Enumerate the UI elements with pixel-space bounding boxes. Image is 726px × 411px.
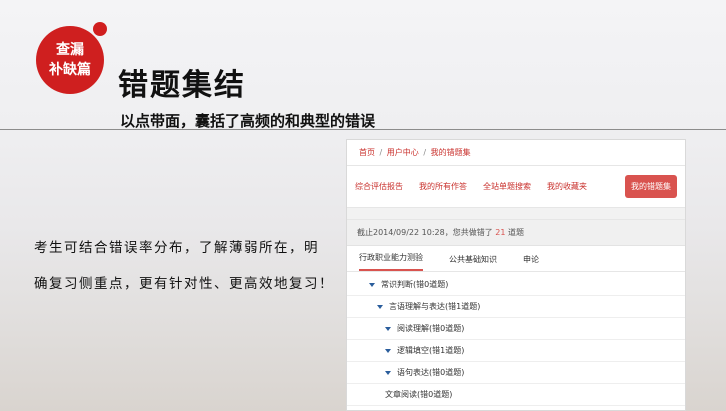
tree-item-fill-blank[interactable]: 逻辑填空(错1道题) bbox=[347, 340, 685, 362]
tab-all-answers[interactable]: 我的所有作答 bbox=[419, 181, 467, 192]
page-subtitle: 以点带面，囊括了高频的和典型的错误 bbox=[120, 112, 376, 130]
breadcrumb-separator: / bbox=[423, 148, 427, 157]
error-summary: 截止2014/09/22 10:28，您共做错了 21 道题 bbox=[347, 220, 685, 246]
feature-description: 考生可结合错误率分布，了解薄弱所在，明 确复习侧重点，更有针对性、更高效地复习！ bbox=[34, 230, 334, 302]
tree-item-common-sense[interactable]: 常识判断(错0道题) bbox=[347, 274, 685, 296]
section-badge: 查漏 补缺篇 bbox=[36, 26, 104, 94]
tab-assessment-report[interactable]: 综合评估报告 bbox=[355, 181, 403, 192]
chevron-down-icon[interactable] bbox=[385, 326, 391, 331]
tree-item-label: 文章阅读(错0道题) bbox=[385, 390, 453, 399]
summary-suffix: 道题 bbox=[508, 228, 524, 237]
tree-item-reading[interactable]: 阅读理解(错0道题) bbox=[347, 318, 685, 340]
subtab-administrative-aptitude[interactable]: 行政职业能力测验 bbox=[359, 252, 423, 271]
badge-decoration-dot bbox=[93, 22, 107, 36]
tree-item-label: 言语理解与表达(错1道题) bbox=[389, 302, 481, 311]
subtab-public-knowledge[interactable]: 公共基础知识 bbox=[449, 254, 497, 271]
chevron-down-icon[interactable] bbox=[369, 282, 375, 287]
tree-item-label: 逻辑填空(错1道题) bbox=[397, 346, 465, 355]
error-count: 21 bbox=[495, 228, 506, 237]
badge-line-2: 补缺篇 bbox=[49, 62, 91, 78]
tree-item-article[interactable]: 文章阅读(错0道题) bbox=[347, 384, 685, 406]
breadcrumb-current[interactable]: 我的错题集 bbox=[431, 148, 471, 157]
tab-error-collection[interactable]: 我的错题集 bbox=[625, 175, 677, 198]
tab-question-search[interactable]: 全站单题搜索 bbox=[483, 181, 531, 192]
badge-line-1: 查漏 bbox=[56, 42, 84, 58]
chevron-down-icon[interactable] bbox=[385, 348, 391, 353]
tree-item-label: 常识判断(错0道题) bbox=[381, 280, 449, 289]
user-center-tabs: 综合评估报告 我的所有作答 全站单题搜索 我的收藏夹 我的错题集 bbox=[347, 166, 685, 208]
tree-item-verbal[interactable]: 言语理解与表达(错1道题) bbox=[347, 296, 685, 318]
breadcrumb-home[interactable]: 首页 bbox=[359, 148, 375, 157]
description-line-1: 考生可结合错误率分布，了解薄弱所在，明 bbox=[34, 240, 319, 256]
category-tree: 常识判断(错0道题) 言语理解与表达(错1道题) 阅读理解(错0道题) 逻辑填空… bbox=[347, 272, 685, 406]
breadcrumb-user-center[interactable]: 用户中心 bbox=[387, 148, 419, 157]
tree-item-sentence[interactable]: 语句表达(错0道题) bbox=[347, 362, 685, 384]
description-line-2: 确复习侧重点，更有针对性、更高效地复习！ bbox=[34, 276, 334, 292]
tab-favorites[interactable]: 我的收藏夹 bbox=[547, 181, 587, 192]
chevron-down-icon[interactable] bbox=[385, 370, 391, 375]
page-title: 错题集结 bbox=[118, 68, 246, 103]
breadcrumb: 首页 / 用户中心 / 我的错题集 bbox=[347, 140, 685, 166]
breadcrumb-separator: / bbox=[379, 148, 383, 157]
tree-item-label: 语句表达(错0道题) bbox=[397, 368, 465, 377]
chevron-down-icon[interactable] bbox=[377, 304, 383, 309]
panel-spacer bbox=[347, 208, 685, 220]
subject-tabs: 行政职业能力测验 公共基础知识 申论 bbox=[347, 246, 685, 272]
error-collection-panel: 首页 / 用户中心 / 我的错题集 综合评估报告 我的所有作答 全站单题搜索 我… bbox=[346, 139, 686, 411]
subtab-essay[interactable]: 申论 bbox=[523, 254, 539, 271]
tree-item-label: 阅读理解(错0道题) bbox=[397, 324, 465, 333]
header-divider bbox=[0, 129, 726, 130]
summary-prefix: 截止2014/09/22 10:28，您共做错了 bbox=[357, 228, 493, 237]
